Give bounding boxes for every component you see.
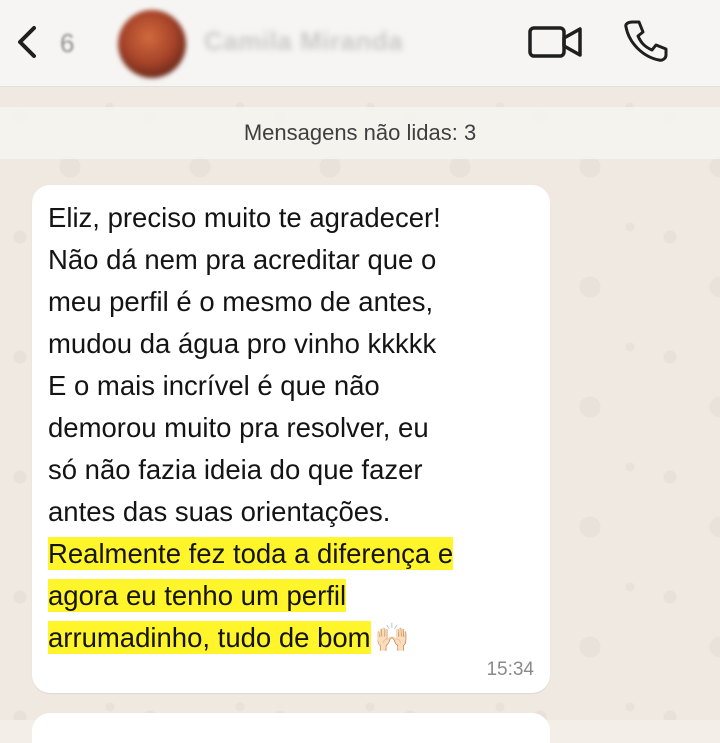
highlighted-text: agora eu tenho um perfil [48, 579, 347, 612]
back-button[interactable] [14, 20, 58, 64]
voice-call-button[interactable] [620, 16, 670, 66]
message-time: 15:34 [486, 659, 534, 680]
phone-icon [624, 20, 668, 62]
message-line: antes das suas orientações. [48, 496, 391, 527]
message-line: mudou da água pro vinho kkkkk [48, 328, 437, 359]
contact-name[interactable]: Camila Miranda [204, 26, 403, 57]
chat-header: 6 Camila Miranda [0, 0, 720, 87]
message-line: só não fazia ideia do que fazer [48, 454, 423, 485]
highlighted-line: arrumadinho, tudo de bom 🙌🏻 [48, 617, 548, 659]
video-call-button[interactable] [526, 20, 586, 64]
video-camera-icon [528, 26, 582, 58]
message-line: demorou muito pra resolver, eu [48, 412, 429, 443]
chat-area[interactable]: Mensagens não lidas: 3 Eliz, preciso mui… [0, 87, 720, 743]
avatar[interactable] [118, 10, 186, 78]
unread-banner-text: Mensagens não lidas: 3 [243, 120, 477, 145]
unread-count: 6 [60, 28, 75, 58]
raising-hands-emoji: 🙌🏻 [374, 622, 410, 653]
highlighted-line: agora eu tenho um perfil [48, 575, 548, 617]
next-message-bubble[interactable] [32, 713, 550, 743]
message-bubble[interactable]: Eliz, preciso muito te agradecer! Não dá… [32, 185, 550, 693]
chevron-left-icon [18, 26, 36, 58]
message-line: Não dá nem pra acreditar que o [48, 244, 437, 275]
highlighted-text: arrumadinho, tudo de bom [48, 621, 371, 654]
message-line: meu perfil é o mesmo de antes, [48, 286, 434, 317]
message-line: E o mais incrível é que não [48, 370, 380, 401]
unread-banner: Mensagens não lidas: 3 [0, 107, 720, 159]
message-line: Eliz, preciso muito te agradecer! [48, 202, 441, 233]
message-text: Eliz, preciso muito te agradecer! Não dá… [48, 197, 548, 659]
highlighted-text: Realmente fez toda a diferença e [48, 537, 454, 570]
highlighted-line: Realmente fez toda a diferença e [48, 533, 548, 575]
